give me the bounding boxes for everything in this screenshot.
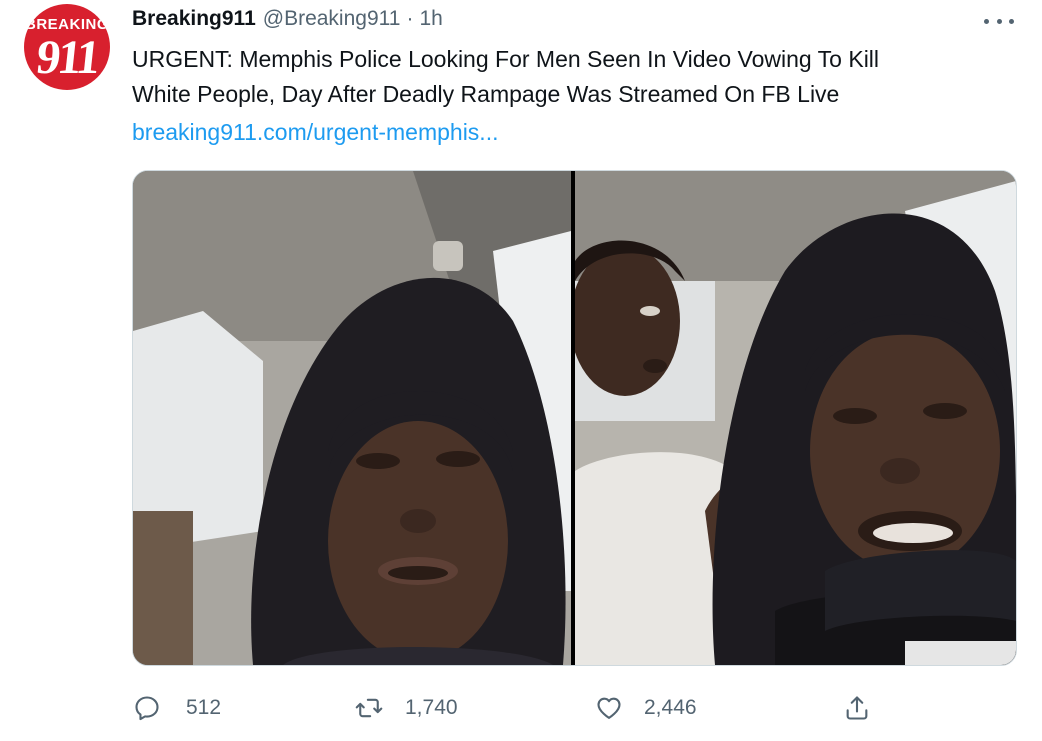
photo-left[interactable] — [133, 171, 571, 665]
retweet-count: 1,740 — [405, 696, 458, 719]
action-bar: 512 1,740 2,446 — [132, 686, 1012, 730]
heart-icon — [594, 693, 624, 723]
tweet-header: Breaking911 @Breaking911 · 1h — [132, 7, 443, 37]
like-button[interactable]: 2,446 — [594, 686, 697, 730]
reply-button[interactable]: 512 — [132, 686, 221, 730]
like-count: 2,446 — [644, 696, 697, 719]
display-name[interactable]: Breaking911 — [132, 7, 256, 31]
tweet-media — [132, 170, 1017, 666]
avatar[interactable]: BREAKING 911 — [24, 4, 110, 90]
photo-right[interactable] — [575, 171, 1016, 665]
retweet-button[interactable]: 1,740 — [354, 686, 458, 730]
tweet-text: URGENT: Memphis Police Looking For Men S… — [132, 46, 880, 107]
reply-count: 512 — [186, 696, 222, 719]
more-options-icon[interactable] — [984, 12, 1014, 30]
tweet-link[interactable]: breaking911.com/urgent-memphis... — [132, 116, 498, 148]
retweet-icon — [354, 693, 384, 723]
share-icon — [842, 693, 872, 723]
avatar-label-big: 911 — [34, 31, 100, 84]
reply-icon — [132, 693, 162, 723]
user-handle[interactable]: @Breaking911 — [263, 7, 401, 31]
separator-dot: · — [406, 7, 414, 30]
share-button[interactable] — [842, 686, 872, 730]
timestamp[interactable]: 1h — [419, 7, 442, 31]
